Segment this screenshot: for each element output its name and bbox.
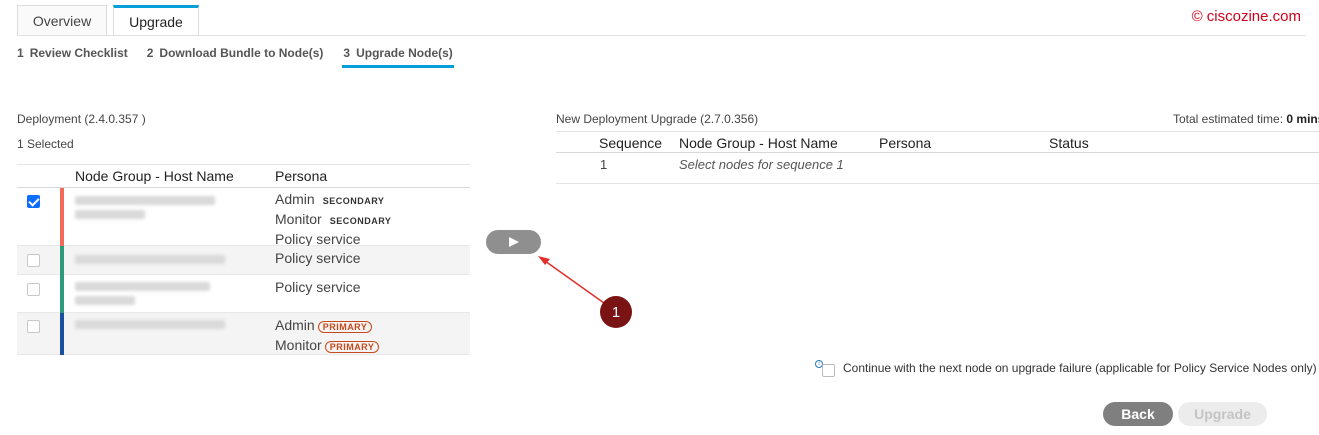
total-estimated-time: Total estimated time: 0 mins bbox=[1173, 112, 1319, 126]
upgrade-sequence-table: Sequence Node Group - Host Name Persona … bbox=[556, 131, 1319, 184]
continue-on-failure-label: Continue with the next node on upgrade f… bbox=[843, 361, 1317, 375]
table-row[interactable]: 1 Select nodes for sequence 1 bbox=[556, 153, 1319, 184]
column-header-host: Node Group - Host Name bbox=[679, 135, 838, 151]
column-header-persona: Persona bbox=[879, 135, 932, 151]
upgrade-button[interactable]: Upgrade bbox=[1178, 402, 1267, 426]
sequence-number: 1 bbox=[600, 157, 608, 172]
continue-on-failure-checkbox[interactable] bbox=[822, 364, 835, 377]
annotation-marker: 1 bbox=[600, 296, 632, 328]
sequence-placeholder: Select nodes for sequence 1 bbox=[679, 157, 844, 172]
column-header-sequence: Sequence bbox=[599, 135, 663, 151]
table-header: Sequence Node Group - Host Name Persona … bbox=[556, 131, 1319, 153]
back-button[interactable]: Back bbox=[1103, 402, 1173, 426]
new-deployment-title: New Deployment Upgrade (2.7.0.356) bbox=[556, 112, 759, 126]
column-header-status: Status bbox=[1049, 135, 1089, 151]
